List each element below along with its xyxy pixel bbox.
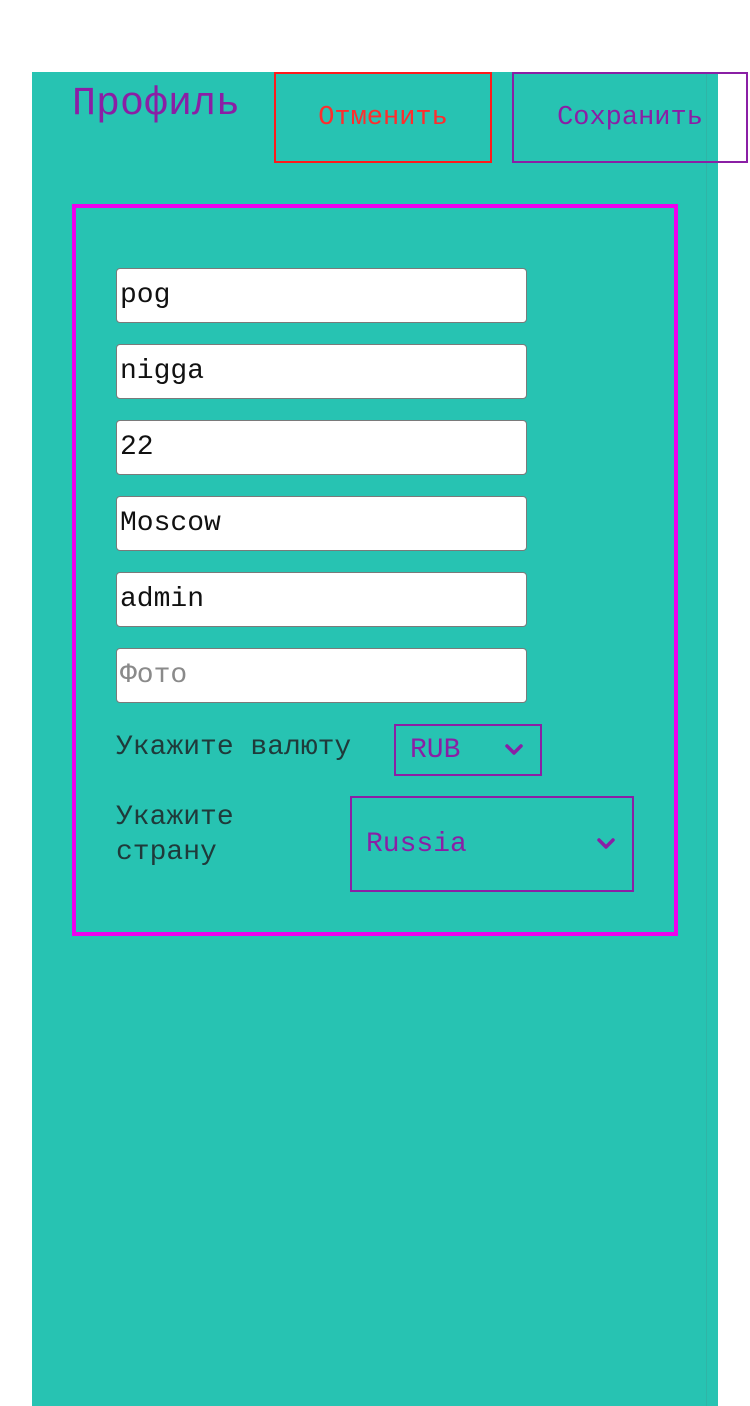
page-title: Профиль (72, 82, 241, 127)
currency-label: Укажите валюту (116, 732, 352, 763)
country-label: Укажите страну (116, 802, 234, 868)
currency-select[interactable]: RUB (394, 724, 542, 776)
cancel-button[interactable]: Отменить (274, 72, 492, 163)
chevron-down-icon (597, 838, 615, 849)
country-select[interactable]: Russia (350, 796, 634, 892)
city-input[interactable] (116, 496, 527, 551)
save-button[interactable]: Сохранить (512, 72, 748, 163)
first-name-input[interactable] (116, 268, 527, 323)
panel-divider (706, 72, 707, 1406)
last-name-input[interactable] (116, 344, 527, 399)
currency-selected-value: RUB (410, 734, 461, 766)
age-input[interactable] (116, 420, 527, 475)
photo-input[interactable] (116, 648, 527, 703)
profile-page: Профиль Отменить Сохранить Укажите валют… (0, 0, 750, 1406)
username-input[interactable] (116, 572, 527, 627)
country-selected-value: Russia (366, 828, 467, 860)
chevron-down-icon (505, 744, 523, 755)
